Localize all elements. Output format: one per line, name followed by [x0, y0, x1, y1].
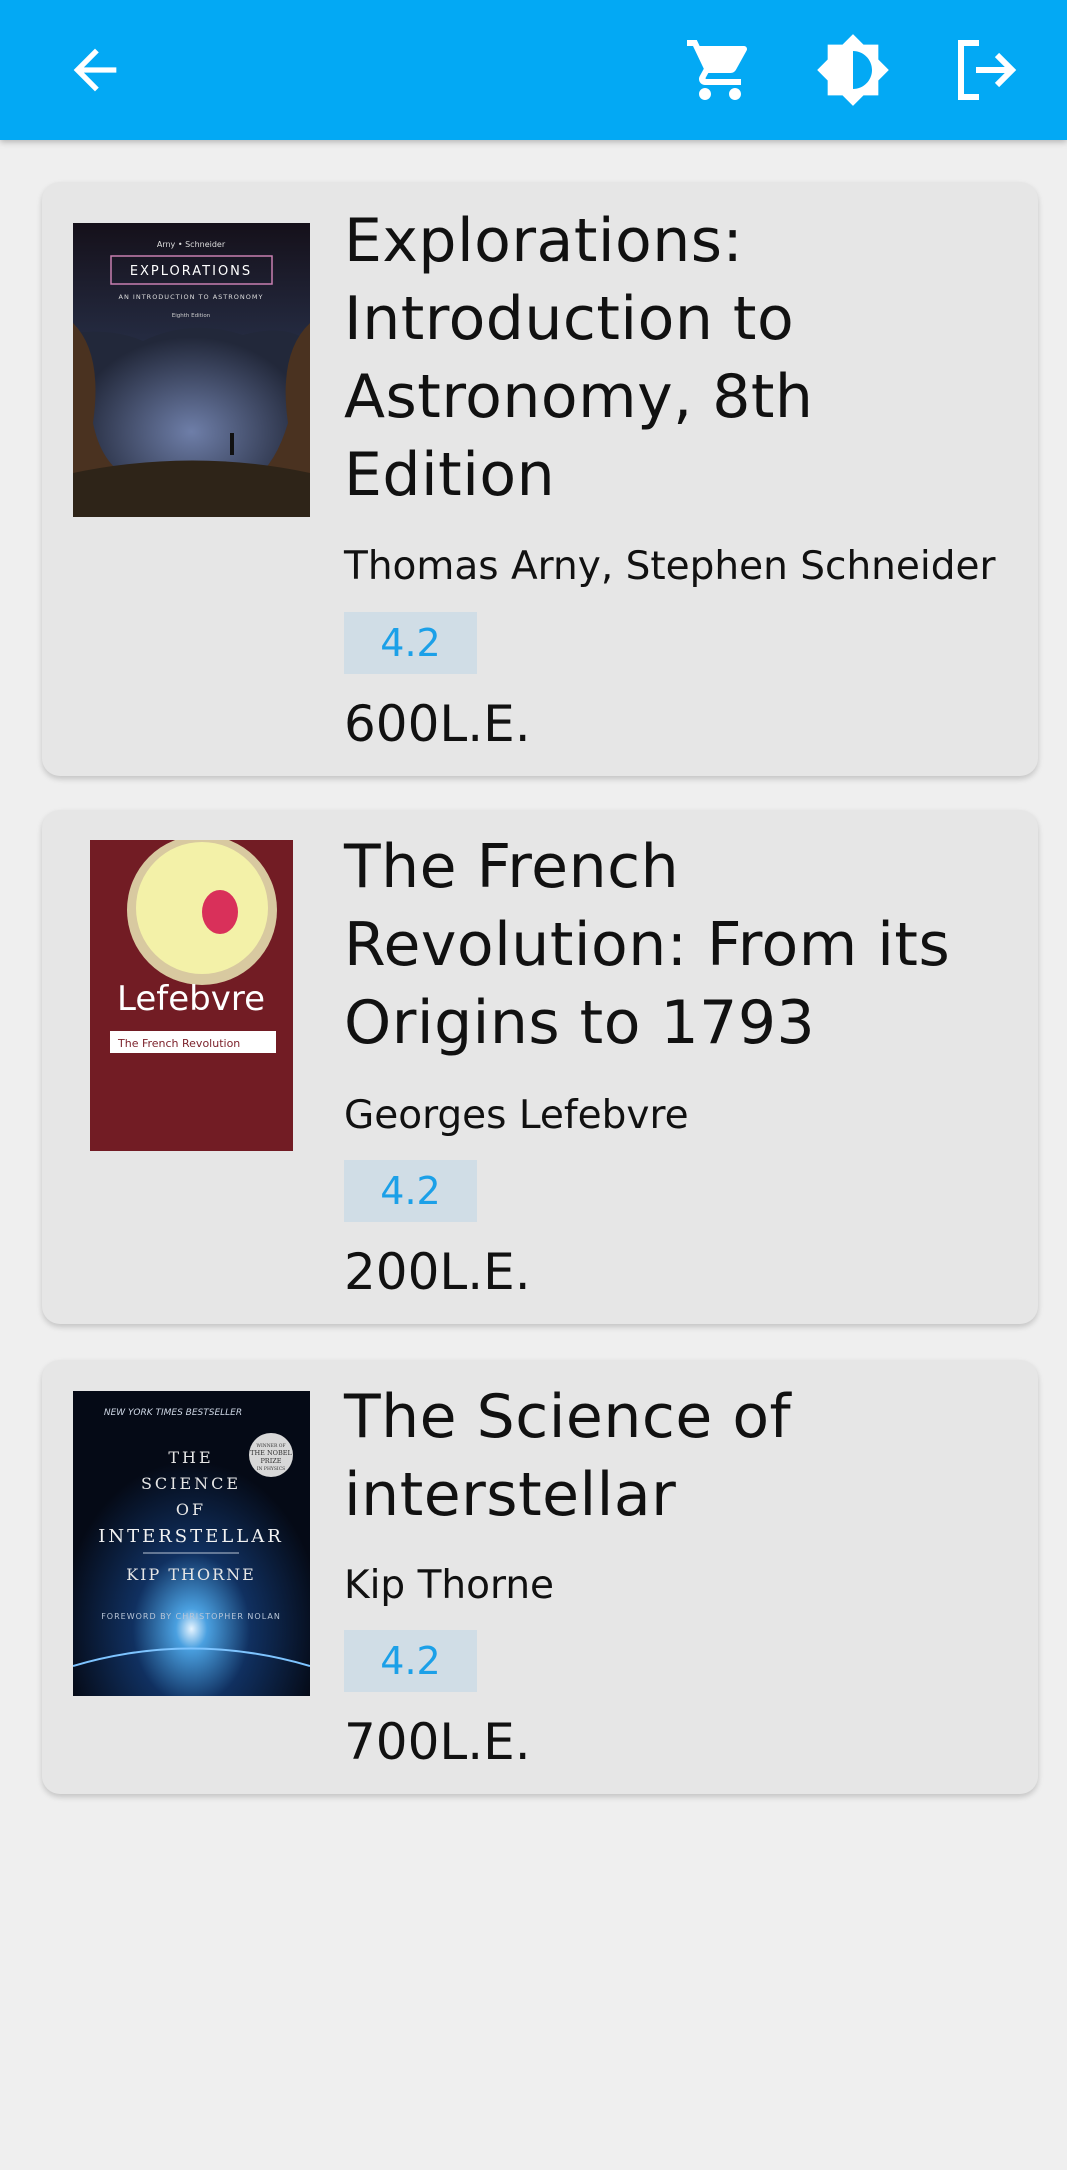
book-title[interactable]: The Science of interstellar — [344, 1378, 1004, 1534]
theme-toggle-button[interactable] — [813, 30, 893, 110]
logout-button[interactable] — [945, 30, 1025, 110]
cover-badge-line: PRIZE — [260, 1457, 281, 1465]
cover-title-line: OF — [176, 1500, 206, 1519]
rating-badge: 4.2 — [344, 1160, 477, 1222]
book-cover-image: NEW YORK TIMES BESTSELLER WINNER OF THE … — [73, 1391, 310, 1696]
book-title[interactable]: Explorations: Introduction to Astronomy,… — [344, 202, 1004, 514]
book-author: Kip Thorne — [344, 1563, 555, 1608]
cover-foreword: FOREWORD BY CHRISTOPHER NOLAN — [101, 1612, 281, 1621]
arrow-left-icon — [73, 48, 117, 92]
cover-author: KIP THORNE — [126, 1565, 256, 1584]
cover-badge-line: IN PHYSICS — [257, 1466, 285, 1472]
cover-banner: NEW YORK TIMES BESTSELLER — [104, 1408, 242, 1418]
brightness-icon — [817, 34, 889, 106]
book-title[interactable]: The French Revolution: From its Origins … — [344, 828, 1004, 1062]
cover-label: The French Revolution — [117, 1037, 240, 1050]
book-cover-image: Lefebvre The French Revolution — [90, 840, 293, 1151]
book-author: Thomas Arny, Stephen Schneider — [344, 544, 996, 589]
book-card[interactable]: Arny • Schneider EXPLORATIONS AN INTRODU… — [42, 182, 1038, 776]
app-bar — [0, 0, 1067, 140]
shopping-cart-icon — [687, 40, 748, 100]
cover-title-line: INTERSTELLAR — [98, 1526, 284, 1547]
cover-heading: EXPLORATIONS — [130, 264, 252, 279]
book-price: 600L.E. — [344, 695, 531, 753]
logout-icon — [958, 40, 1017, 100]
back-button[interactable] — [55, 30, 135, 110]
cover-badge-line: THE NOBEL — [250, 1449, 292, 1457]
cover-title-line: THE — [168, 1448, 213, 1467]
cart-button[interactable] — [680, 30, 760, 110]
cover-authors: Arny • Schneider — [157, 240, 226, 249]
book-author: Georges Lefebvre — [344, 1093, 689, 1138]
rating-badge: 4.2 — [344, 612, 477, 674]
book-card[interactable]: NEW YORK TIMES BESTSELLER WINNER OF THE … — [42, 1360, 1038, 1794]
cover-edition: Eighth Edition — [172, 313, 211, 319]
rating-badge: 4.2 — [344, 1630, 477, 1692]
book-price: 200L.E. — [344, 1243, 531, 1301]
cover-subtitle: AN INTRODUCTION TO ASTRONOMY — [119, 293, 264, 301]
cover-title-line: SCIENCE — [141, 1474, 241, 1493]
cover-author: Lefebvre — [117, 979, 265, 1019]
book-card[interactable]: Lefebvre The French Revolution The Frenc… — [42, 810, 1038, 1324]
book-price: 700L.E. — [344, 1713, 531, 1771]
book-cover-image: Arny • Schneider EXPLORATIONS AN INTRODU… — [73, 223, 310, 517]
